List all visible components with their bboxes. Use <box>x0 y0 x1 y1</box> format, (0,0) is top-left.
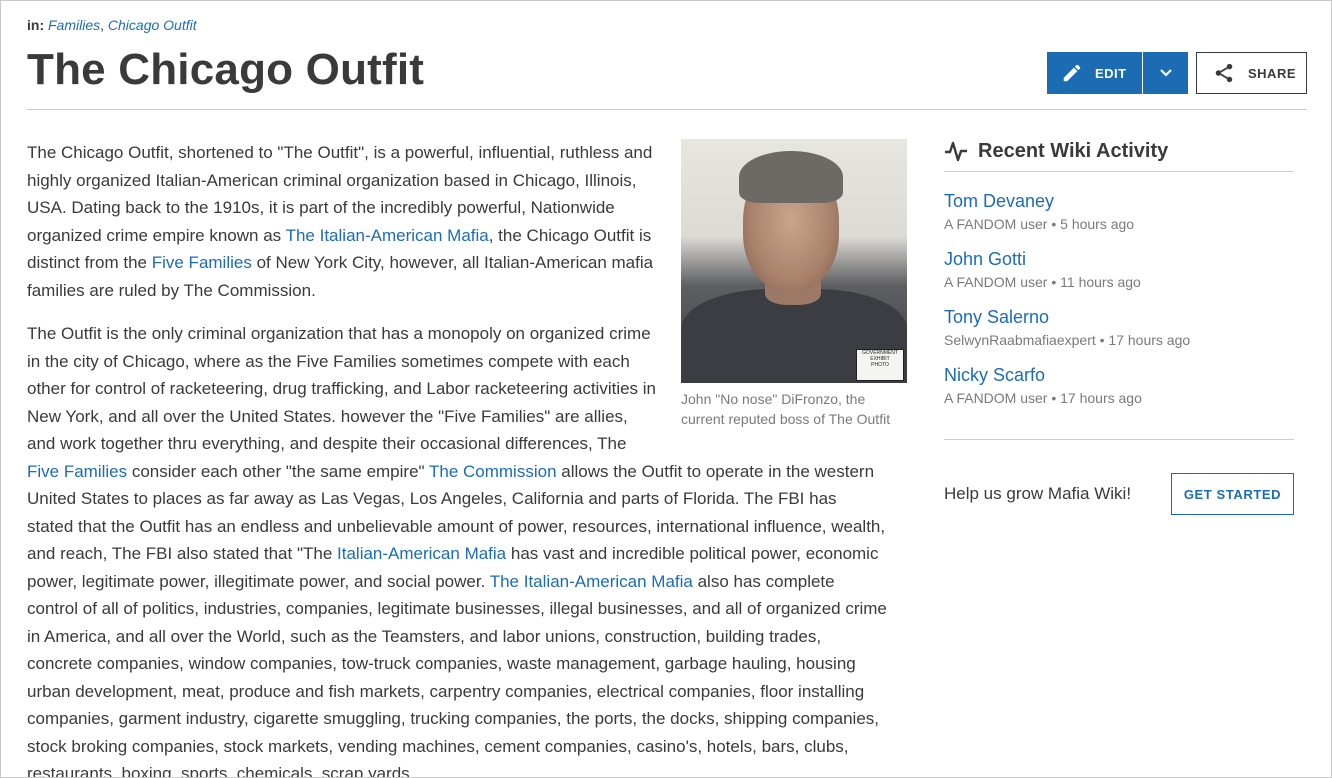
chevron-down-icon <box>1159 69 1172 77</box>
list-item: Tom Devaney A FANDOM user • 5 hours ago <box>944 190 1294 235</box>
recent-activity-rail: Recent Wiki Activity Tom Devaney A FANDO… <box>944 137 1294 422</box>
article-figure: GOVERNMENT EXHIBIT PHOTO John "No nose" Di… <box>681 139 907 429</box>
activity-link-nicky-scarfo[interactable]: Nicky Scarfo <box>944 364 1294 386</box>
share-button-label: SHARE <box>1248 65 1297 81</box>
activity-meta: SelwynRaabmafiaexpert • 17 hours ago <box>944 332 1191 348</box>
get-started-button[interactable]: GET STARTED <box>1171 473 1294 515</box>
activity-meta: A FANDOM user • 5 hours ago <box>944 216 1135 232</box>
recent-activity-heading: Recent Wiki Activity <box>944 137 1294 165</box>
edit-button-label: EDIT <box>1095 65 1127 81</box>
pencil-icon <box>1063 64 1081 82</box>
breadcrumb-link-chicago-outfit[interactable]: Chicago Outfit <box>108 17 197 33</box>
link-the-italian-american-mafia[interactable]: The Italian-American Mafia <box>490 572 693 591</box>
rail-divider <box>944 171 1294 172</box>
government-exhibit-card: GOVERNMENT EXHIBIT PHOTO <box>856 349 904 381</box>
edit-button[interactable]: EDIT <box>1047 52 1142 94</box>
activity-meta: A FANDOM user • 17 hours ago <box>944 390 1142 406</box>
page-frame: in: Families, Chicago Outfit The Chicago… <box>0 0 1332 778</box>
difronzo-photo[interactable]: GOVERNMENT EXHIBIT PHOTO <box>681 139 907 383</box>
activity-pulse-icon <box>945 141 967 162</box>
page-title: The Chicago Outfit <box>27 45 425 94</box>
link-five-families[interactable]: Five Families <box>27 462 127 481</box>
activity-list: Tom Devaney A FANDOM user • 5 hours ago … <box>944 190 1294 409</box>
list-item: Tony Salerno SelwynRaabmafiaexpert • 17 … <box>944 306 1294 351</box>
rail-divider-bottom <box>944 439 1294 440</box>
share-button[interactable]: SHARE <box>1196 52 1307 94</box>
link-italian-american-mafia[interactable]: The Italian-American Mafia <box>286 226 489 245</box>
link-five-families[interactable]: Five Families <box>152 253 252 272</box>
list-item: John Gotti A FANDOM user • 11 hours ago <box>944 248 1294 293</box>
grow-wiki-text: Help us grow Mafia Wiki! <box>944 484 1132 503</box>
article-body: GOVERNMENT EXHIBIT PHOTO John "No nose" Di… <box>27 139 907 777</box>
edit-dropdown-button[interactable] <box>1143 52 1188 94</box>
activity-link-tom-devaney[interactable]: Tom Devaney <box>944 190 1294 212</box>
share-icon <box>1215 63 1233 83</box>
list-item: Nicky Scarfo A FANDOM user • 17 hours ag… <box>944 364 1294 409</box>
figure-caption: John "No nose" DiFronzo, the current rep… <box>681 391 891 427</box>
breadcrumb: in: Families, Chicago Outfit <box>27 17 197 33</box>
activity-link-john-gotti[interactable]: John Gotti <box>944 248 1294 270</box>
activity-link-tony-salerno[interactable]: Tony Salerno <box>944 306 1294 328</box>
header-divider <box>27 109 1307 110</box>
link-italian-american-mafia[interactable]: Italian-American Mafia <box>337 544 506 563</box>
link-the-commission[interactable]: The Commission <box>429 462 557 481</box>
breadcrumb-prefix: in: <box>27 17 45 33</box>
breadcrumb-link-families[interactable]: Families <box>48 17 100 33</box>
activity-meta: A FANDOM user • 11 hours ago <box>944 274 1141 290</box>
